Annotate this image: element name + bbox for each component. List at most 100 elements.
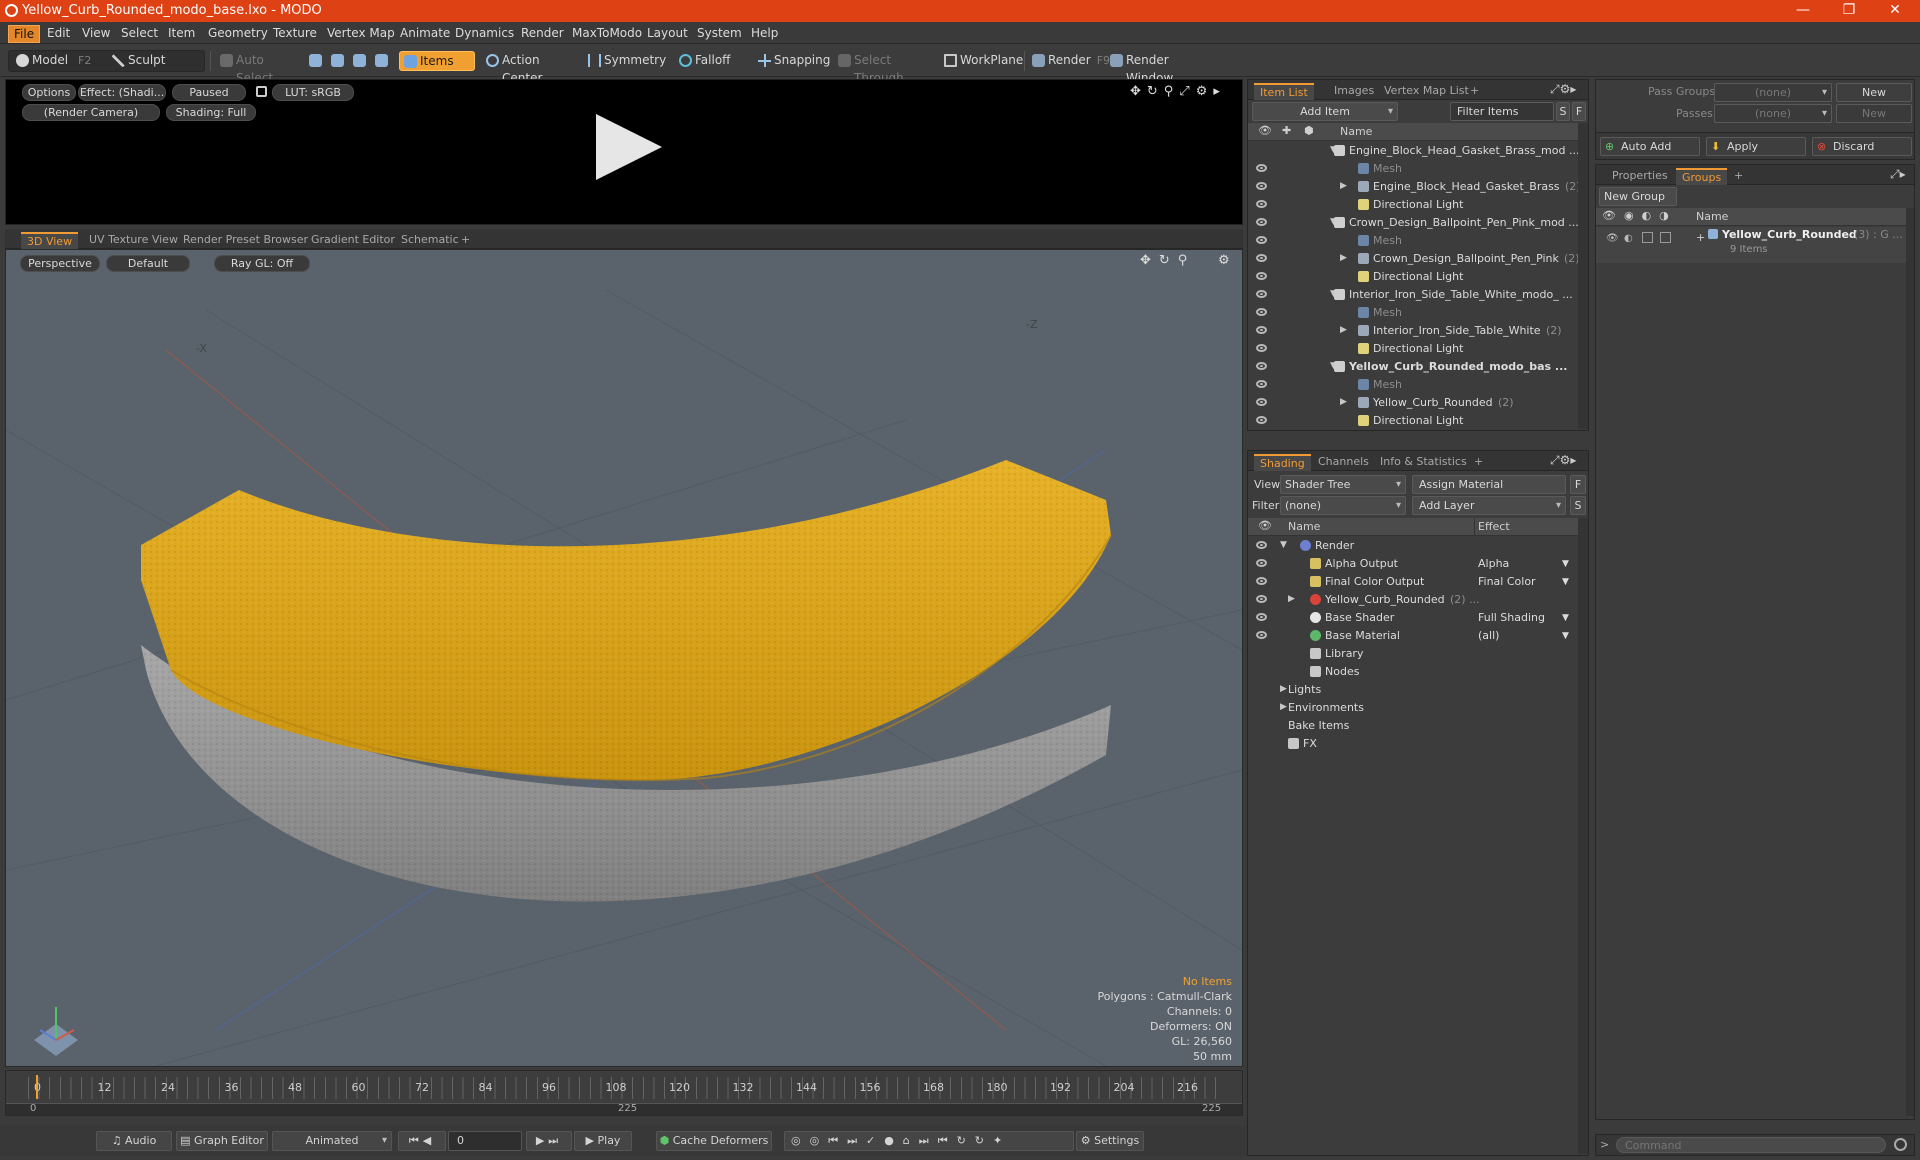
item-list-row[interactable]: ▼Engine_Block_Head_Gasket_Brass_mod ... [1248,142,1579,160]
shader-expand-toggle-icon[interactable]: ▶ [1280,702,1287,712]
menu-vertex-map[interactable]: Vertex Map [322,25,400,41]
filter-items-input[interactable]: Filter Items [1450,102,1554,121]
items-mode-button[interactable]: Items [399,51,475,71]
visibility-eye-icon[interactable] [1256,164,1267,172]
shader-visibility-eye-icon[interactable] [1256,559,1267,567]
shader-tree-row[interactable]: Base Material (all) ▼ [1248,627,1578,645]
item-list-row[interactable]: Mesh [1248,304,1578,322]
edges-mode-button[interactable] [327,51,347,71]
shader-visibility-eye-icon[interactable] [1256,541,1267,549]
item-list-row[interactable]: ▶ Interior_Iron_Side_Table_White (2) [1248,322,1578,340]
item-list-scrollbar[interactable] [1578,123,1588,429]
tab-channels[interactable]: Channels [1312,454,1375,469]
visibility-eye-icon[interactable] [1256,344,1267,352]
menu-view[interactable]: View [77,25,115,41]
item-list-row[interactable]: Mesh [1248,376,1578,394]
shader-tree-row[interactable]: ▼ Render [1248,537,1578,555]
menu-dynamics[interactable]: Dynamics [450,25,519,41]
minimize-button[interactable]: — [1780,0,1826,22]
effect-dropdown-arrow-icon[interactable]: ▼ [1562,613,1569,623]
effect-dropdown-arrow-icon[interactable]: ▼ [1562,577,1569,587]
item-list-row[interactable]: ▼Yellow_Curb_Rounded_modo_bas ... [1248,358,1578,376]
viewport-settings-icon[interactable]: ⚙ [1218,253,1230,268]
shader-visibility-eye-icon[interactable] [1256,577,1267,585]
visibility-eye-icon[interactable] [1256,182,1267,190]
filter-s-button[interactable]: S [1556,102,1570,121]
item-list-row[interactable]: Mesh [1248,232,1578,250]
graph-editor-button[interactable]: ▤ Graph Editor [176,1131,268,1151]
shader-tree-row[interactable]: ▶ Lights [1248,681,1578,699]
shader-tree-row[interactable]: Nodes [1248,663,1578,681]
viewport-nav-icons[interactable]: ✥↻⚲ [1140,253,1195,268]
visibility-eye-icon[interactable] [1256,398,1267,406]
preview-options-button[interactable]: Options [22,84,76,101]
item-list-row[interactable]: Mesh [1248,160,1578,178]
tab-groups[interactable]: Groups [1676,168,1728,185]
shader-visibility-eye-icon[interactable] [1256,631,1267,639]
shader-effect-value[interactable]: Full Shading [1478,611,1545,624]
pass-groups-dropdown[interactable]: (none) [1714,83,1832,102]
lock-icon[interactable] [256,86,267,97]
vertices-mode-button[interactable] [305,51,325,71]
shader-tree-row[interactable]: ▶ Environments [1248,699,1578,717]
filter-f-button[interactable]: F [1572,102,1586,121]
visibility-eye-icon[interactable] [1256,272,1267,280]
shading-s-button[interactable]: S [1570,496,1586,515]
group-lock-checkbox[interactable] [1642,232,1653,243]
new-group-button[interactable]: New Group [1599,187,1677,206]
select-through-button[interactable]: Select Through [834,51,930,85]
group-select-checkbox[interactable] [1660,232,1671,243]
snapping-button[interactable]: Snapping [754,51,830,71]
polygons-mode-button[interactable] [349,51,369,71]
panel-expand-icon[interactable]: ⤢⚙▸ [1550,82,1576,97]
animated-dropdown[interactable]: Animated [272,1131,392,1151]
view-shader-tree-dropdown[interactable]: Shader Tree [1280,475,1406,494]
passes-dropdown[interactable]: (none) [1714,104,1832,123]
key-tool-buttons[interactable]: ◎◎⏮⏭✓●⌂⏭⏮↻↻✦ [784,1131,1074,1151]
menu-item[interactable]: Item [163,25,200,41]
maximize-button[interactable]: ❐ [1826,0,1872,22]
auto-select-button[interactable]: Auto Select [216,51,296,85]
tab-images[interactable]: Images [1328,83,1380,98]
apply-button[interactable]: ⬇ Apply [1706,137,1806,156]
visibility-eye-icon[interactable] [1256,218,1267,226]
perspective-dropdown[interactable]: Perspective [20,255,100,272]
menu-layout[interactable]: Layout [642,25,693,41]
3d-viewport[interactable]: Perspective Default Ray GL: Off -X -Z ✥↻… [5,249,1243,1067]
group-render-icon[interactable]: ◐ [1624,233,1633,244]
preview-paused-toggle[interactable]: Paused [172,84,246,101]
menu-animate[interactable]: Animate [395,25,455,41]
add-panel-tab-button[interactable]: + [1464,83,1485,98]
expand-toggle-icon[interactable]: ▶ [1340,181,1347,191]
item-list-row[interactable]: ▶ Yellow_Curb_Rounded (2) [1248,394,1578,412]
shader-effect-value[interactable]: Alpha [1478,557,1509,570]
shader-tree-row[interactable]: Base Shader Full Shading ▼ [1248,609,1578,627]
menu-texture[interactable]: Texture [268,25,322,41]
preview-effect-dropdown[interactable]: Effect: (Shadi... [78,84,166,101]
sculpt-mode-button[interactable]: Sculpt [108,51,198,71]
render-button[interactable]: Render F9 [1028,51,1110,71]
visibility-eye-icon[interactable] [1256,308,1267,316]
item-list-row[interactable]: Directional Light [1248,340,1578,358]
expand-toggle-icon[interactable]: ▶ [1340,397,1347,407]
current-frame-input[interactable]: 0 [448,1131,522,1151]
tab-info-statistics[interactable]: Info & Statistics [1374,454,1473,469]
render-window-button[interactable]: Render Window [1106,51,1211,85]
visibility-eye-icon[interactable] [1256,236,1267,244]
play-icon[interactable] [596,114,662,180]
symmetry-button[interactable]: Symmetry [584,51,666,71]
shading-dropdown[interactable]: Shading: Full [166,104,256,121]
shader-tree-row[interactable]: ▶ Yellow_Curb_Rounded (2) ... [1248,591,1578,609]
audio-button[interactable]: ♫ Audio [96,1131,172,1151]
shading-panel-expand-icon[interactable]: ⤢⚙▸ [1550,453,1576,468]
group-row[interactable]: 👁 ◐ + Yellow_Curb_Rounded (3) : G ... 9 … [1596,227,1906,263]
shader-effect-value[interactable]: Final Color [1478,575,1536,588]
expand-toggle-icon[interactable]: ▶ [1340,253,1347,263]
close-button[interactable]: ✕ [1872,0,1918,22]
falloff-button[interactable]: Falloff [675,51,743,71]
menu-maxtomodo[interactable]: MaxToModo [567,25,647,41]
group-visibility-icon[interactable]: 👁 [1606,233,1619,244]
new-pass-group-button[interactable]: New [1836,83,1912,102]
assign-material-button[interactable]: Assign Material [1412,475,1566,494]
action-center-button[interactable]: Action Center [482,51,574,85]
